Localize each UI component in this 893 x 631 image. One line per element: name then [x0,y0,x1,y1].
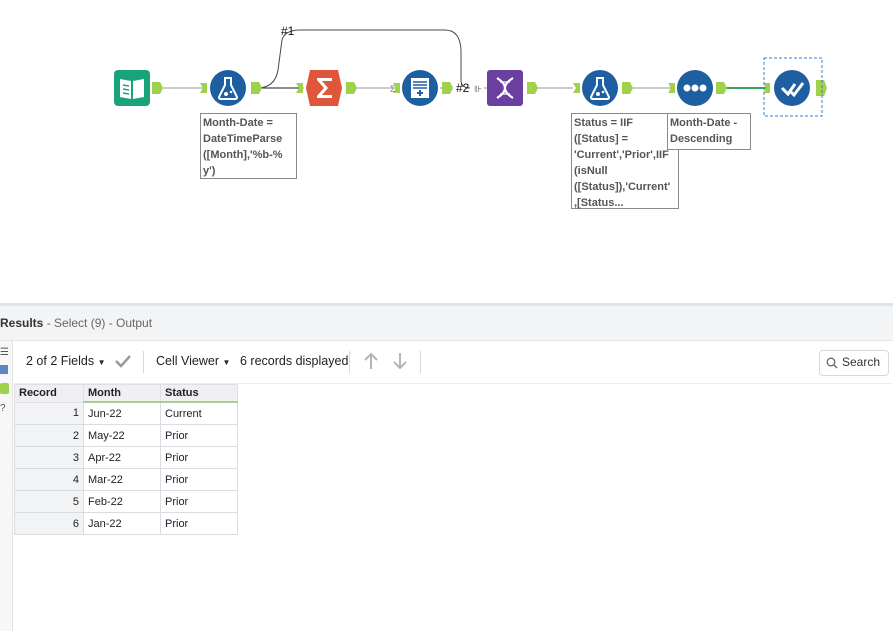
cell-viewer-label: Cell Viewer [156,354,219,368]
record-cell: 6 [14,512,84,535]
check-icon [774,70,810,106]
table-row[interactable]: 6 Jan-22 Prior [14,512,238,535]
record-cell: 2 [14,424,84,447]
records-count: 6 records displayed [240,354,349,368]
help-icon[interactable]: ? [0,403,10,414]
connection-curve [256,29,471,89]
sort-tool[interactable] [677,70,713,106]
dots-icon [677,70,713,106]
column-header-record[interactable]: Record [14,384,84,403]
status-cell[interactable]: Prior [160,512,238,535]
append-fields-tool[interactable] [402,70,438,106]
dna-icon [487,70,523,106]
table-row[interactable]: 2 May-22 Prior [14,424,238,447]
table-row[interactable]: 5 Feb-22 Prior [14,490,238,513]
results-side-rail: ☰ ? [0,341,13,631]
toolbar-divider [143,351,144,373]
menu-icon[interactable]: ☰ [0,347,10,358]
results-subtitle: - Select (9) - Output [43,316,153,330]
record-cell: 3 [14,446,84,469]
append-icon [402,70,438,106]
results-title: Results - Select (9) - Output [0,316,152,330]
book-icon [114,70,150,106]
results-title-label: Results [0,316,44,330]
record-cell: 1 [14,401,84,425]
chevron-down-icon: ▼ [222,358,231,367]
toolbar-divider [349,351,350,373]
cell-viewer-dropdown[interactable]: Cell Viewer ▼ [156,354,230,368]
arrow-up-icon[interactable] [363,352,379,370]
annotation-formula-2: Status = IIF ([Status] = 'Current','Prio… [571,113,679,209]
column-header-status[interactable]: Status [160,384,238,403]
month-cell[interactable]: Mar-22 [83,468,161,491]
workflow-canvas[interactable]: Σ ⊪ #1 #2 Month-Date = DateTimeParse ([M… [0,0,893,303]
transpose-tool[interactable] [487,70,523,106]
formula-tool-1[interactable] [210,70,246,106]
summarize-tool[interactable] [306,70,342,106]
checkmark-icon[interactable] [115,354,131,368]
annotation-sort: Month-Date - Descending [667,113,751,150]
table-row[interactable]: 1 Jun-22 Current [14,401,238,425]
status-cell[interactable]: Prior [160,468,238,491]
month-cell[interactable]: Jan-22 [83,512,161,535]
month-cell[interactable]: Feb-22 [83,490,161,513]
status-cell[interactable]: Prior [160,490,238,513]
svg-text:⊪: ⊪ [474,84,482,94]
month-cell[interactable]: Apr-22 [83,446,161,469]
fields-dropdown[interactable]: 2 of 2 Fields ▼ [26,354,106,368]
record-cell: 4 [14,468,84,491]
input-data-tool[interactable] [114,70,150,106]
annotation-formula-1: Month-Date = DateTimeParse ([Month],'%b-… [200,113,297,179]
status-cell[interactable]: Prior [160,424,238,447]
table-view-icon[interactable] [0,365,8,374]
table-row[interactable]: 4 Mar-22 Prior [14,468,238,491]
status-cell[interactable]: Prior [160,446,238,469]
search-input[interactable]: Search [819,350,889,376]
search-icon [826,357,838,369]
sigma-icon [306,70,342,106]
toolbar-divider [420,351,421,373]
svg-text:Σ: Σ [390,84,396,94]
month-cell[interactable]: Jun-22 [83,401,161,425]
flask-icon [210,70,246,106]
arrow-down-icon[interactable] [392,352,408,370]
results-table: Record Month Status 1 Jun-22 Current 2 May-… [14,384,238,535]
results-header: Results - Select (9) - Output [0,306,893,341]
record-cell: 5 [14,490,84,513]
search-placeholder: Search [842,355,881,369]
chevron-down-icon: ▼ [97,358,106,367]
select-tool[interactable] [774,70,810,106]
connection-label-2: #2 [456,81,470,95]
fields-label: 2 of 2 Fields [26,354,95,368]
connection-label-1: #1 [281,24,295,38]
column-header-month[interactable]: Month [83,384,161,403]
results-pane: Results - Select (9) - Output ☰ ? 2 of 2… [0,306,893,631]
table-row[interactable]: 3 Apr-22 Prior [14,446,238,469]
output-anchor-icon[interactable] [0,383,9,394]
connections-layer: Σ ⊪ [152,29,827,117]
flask-icon [582,70,618,106]
results-toolbar: 2 of 2 Fields ▼ Cell Viewer ▼ 6 records … [13,341,893,384]
formula-tool-2[interactable] [582,70,618,106]
month-cell[interactable]: May-22 [83,424,161,447]
status-cell[interactable]: Current [160,401,238,425]
